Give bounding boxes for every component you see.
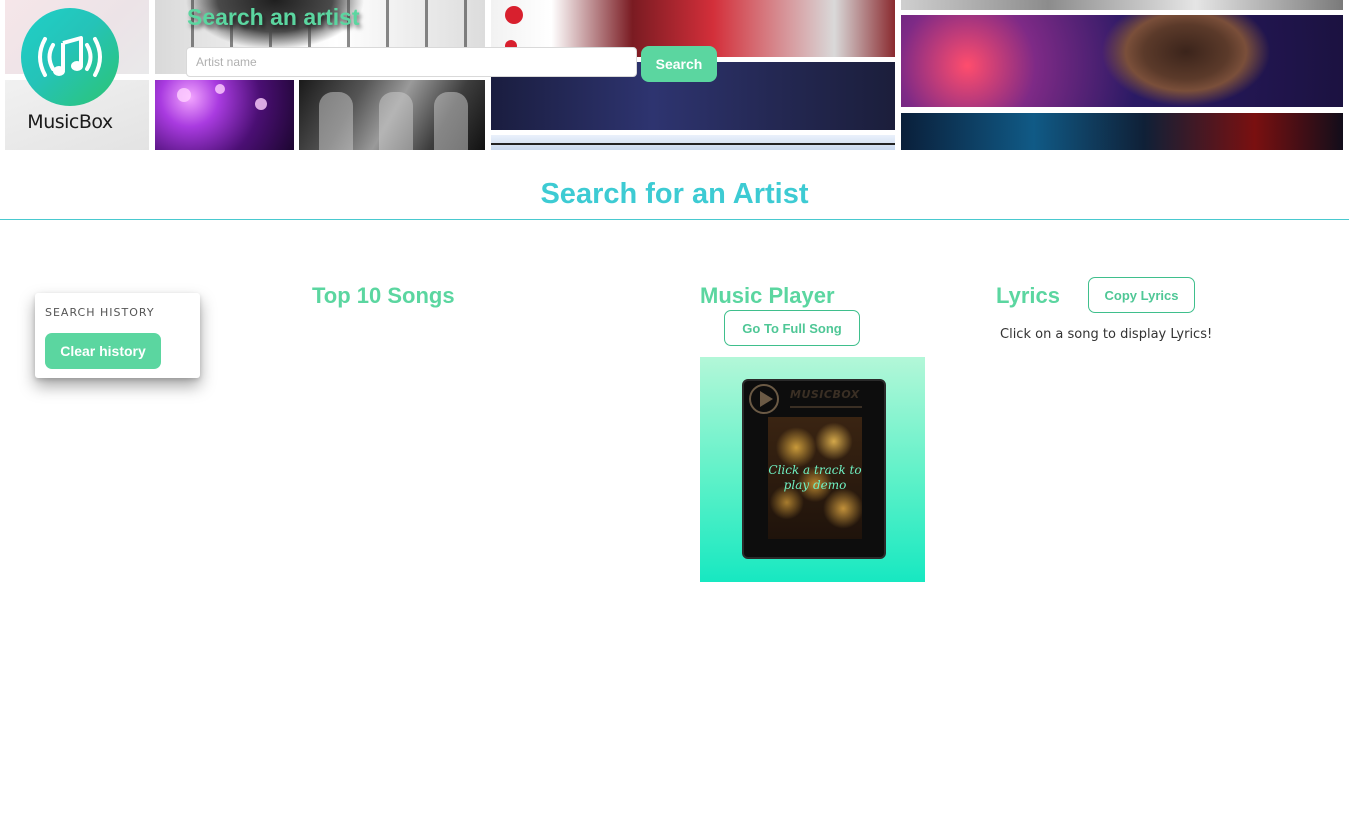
device-brand: MUSICBOX — [790, 388, 860, 401]
play-icon — [749, 384, 779, 414]
collage-image — [491, 135, 895, 150]
heading-divider — [0, 219, 1349, 220]
device-screen: Click a track to play demo — [768, 417, 862, 539]
lyrics-hint-text: Click on a song to display Lyrics! — [1000, 327, 1213, 342]
musicbox-logo[interactable]: MusicBox — [20, 8, 120, 138]
device-progress-bar — [790, 406, 862, 408]
device-screen-text: Click a track to play demo — [768, 463, 862, 492]
top-songs-title: Top 10 Songs — [312, 283, 455, 308]
collage-image — [299, 80, 485, 150]
search-button[interactable]: Search — [641, 46, 717, 82]
go-to-full-song-button[interactable]: Go To Full Song — [724, 310, 860, 346]
page-title: Search for an Artist — [540, 178, 809, 210]
logo-text: MusicBox — [27, 111, 113, 133]
collage-image — [901, 0, 1343, 10]
search-history-label: SEARCH HISTORY — [45, 306, 155, 319]
artist-search-input[interactable] — [186, 47, 637, 77]
collage-image — [901, 113, 1343, 150]
collage-image — [155, 80, 294, 150]
lyrics-title: Lyrics — [996, 283, 1061, 308]
copy-lyrics-button[interactable]: Copy Lyrics — [1088, 277, 1195, 313]
player-artwork[interactable]: MUSICBOX Click a track to play demo — [700, 357, 925, 582]
clear-history-button[interactable]: Clear history — [45, 333, 161, 369]
collage-image — [901, 15, 1343, 107]
music-player-title: Music Player — [700, 283, 835, 308]
search-history-card: SEARCH HISTORY Clear history — [35, 293, 200, 378]
header-banner: MusicBox Search an artist Search — [0, 0, 1349, 150]
player-device: MUSICBOX Click a track to play demo — [742, 379, 886, 559]
hero-search-title: Search an artist — [187, 4, 360, 30]
music-note-broadcast-icon — [21, 8, 119, 106]
